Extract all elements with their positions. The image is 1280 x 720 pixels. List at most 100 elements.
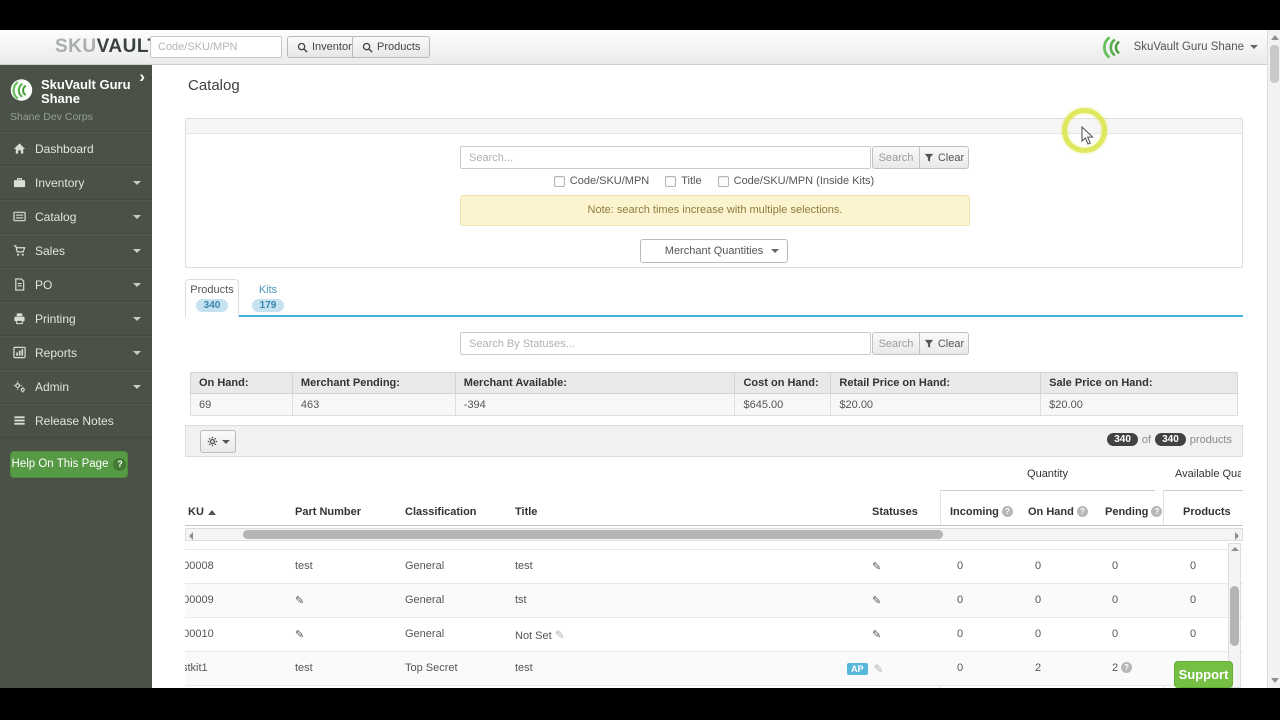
column-header-sku[interactable]: KU [188,506,216,518]
cell-pending: 2? [1112,662,1133,674]
edit-pencil-icon[interactable]: ✎ [295,594,304,607]
statuses-clear-button[interactable]: Clear [919,332,969,355]
table-horizontal-scrollbar[interactable] [185,528,1243,541]
edit-pencil-icon[interactable]: ✎ [555,628,565,642]
sidebar-item-label: Admin [35,379,70,394]
search-button[interactable]: Search [872,146,920,169]
info-icon[interactable]: ? [1076,506,1088,517]
table-row[interactable]: stkit1 test Top Secret test AP ✎ 0 2 2? [185,652,1243,686]
table-row[interactable]: '00009 ✎ General tst ✎ 0 0 0 0 [185,584,1243,618]
chevron-down-icon [133,282,141,287]
checkbox-icon[interactable] [553,175,565,187]
column-header-title[interactable]: Title [515,506,537,518]
sidebar-org-name: Shane Dev Corps [10,110,93,123]
scroll-down-arrow-icon[interactable] [1271,678,1279,683]
catalog-search-input[interactable] [460,146,871,169]
scroll-up-arrow-icon[interactable] [1271,35,1279,40]
briefcase-icon [12,176,26,189]
cell-statuses: AP ✎ [847,662,884,676]
edit-pencil-icon[interactable]: ✎ [874,662,884,676]
sidebar-item-admin[interactable]: Admin [0,369,152,404]
search-note-alert: Note: search times increase with multipl… [460,195,970,226]
info-icon[interactable]: ? [1121,662,1133,673]
tab-kits[interactable]: Kits 179 [245,279,291,317]
statuses-search-button[interactable]: Search [872,332,920,355]
column-header-classification[interactable]: Classification [405,506,477,518]
table-row[interactable]: '00010 ✎ General Not Set ✎ ✎ 0 0 0 0 [185,618,1243,652]
browser-scrollbar[interactable] [1267,30,1280,688]
sidebar-item-dashboard[interactable]: Dashboard [0,131,152,166]
summary-header: Merchant Pending: [291,372,456,394]
document-icon [12,278,26,291]
scroll-right-arrow-icon[interactable] [1235,532,1239,540]
dropdown-selected-value: Merchant Quantities [664,245,764,257]
filter-funnel-icon [924,339,934,348]
checkbox-code-sku-mpn[interactable]: Code/SKU/MPN [553,175,649,187]
table-toolbar: 340 of 340 products [185,425,1243,457]
catalog-search-panel: Search Clear Code/SKU/MPN Title Code/SKU… [185,118,1243,268]
sidebar-item-po[interactable]: PO [0,267,152,302]
table-body: test General test ✎ 0 0 0 0 '00008 test … [185,526,1243,688]
skuvault-logo[interactable]: SKUVAULT [55,36,160,58]
summary-value: 463 [291,393,456,416]
cell-classification: General [405,594,445,606]
sidebar-item-inventory[interactable]: Inventory [0,165,152,200]
topbar-products-button[interactable]: Products [352,36,431,58]
summary-table: On Hand: Merchant Pending: Merchant Avai… [190,372,1238,416]
column-header-statuses[interactable]: Statuses [872,506,918,518]
info-icon[interactable]: ? [1001,506,1013,517]
cell-title: test [515,662,533,674]
sidebar-collapse-chevron-icon[interactable]: › [139,67,145,87]
tab-products[interactable]: Products 340 [185,279,239,317]
column-header-pending[interactable]: Pending? [1105,506,1163,518]
checkbox-title[interactable]: Title [665,175,702,187]
tab-underline [185,315,1243,317]
scroll-up-arrow-icon[interactable] [1231,547,1239,551]
checkbox-code-sku-mpn-inside-kits[interactable]: Code/SKU/MPN (Inside Kits) [717,175,875,187]
status-badge-ap[interactable]: AP [847,663,868,675]
checkbox-label: Title [681,175,702,187]
cell-classification: General [405,628,445,640]
column-header-part-number[interactable]: Part Number [295,506,361,518]
edit-pencil-icon[interactable]: ✎ [295,628,304,641]
scroll-left-arrow-icon[interactable] [189,532,193,540]
sidebar-item-reports[interactable]: Reports [0,335,152,370]
table-settings-gear-button[interactable] [200,430,236,453]
sidebar-item-sales[interactable]: Sales [0,233,152,268]
clear-button[interactable]: Clear [919,146,969,169]
support-button[interactable]: Support [1174,661,1233,688]
scrollbar-thumb[interactable] [1230,586,1239,646]
panel-header-strip [186,119,1242,134]
sidebar-user-block: › SkuVault Guru Shane Shane Dev Corps [0,65,152,132]
checkbox-icon[interactable] [717,175,729,187]
sidebar-item-catalog[interactable]: Catalog [0,199,152,234]
checkbox-icon[interactable] [665,175,677,187]
summary-value: $645.00 [734,393,832,416]
chevron-down-icon [133,248,141,253]
scrollbar-thumb[interactable] [1270,45,1279,83]
sidebar-item-release-notes[interactable]: Release Notes [0,403,152,438]
edit-pencil-icon[interactable]: ✎ [872,560,881,573]
sidebar-item-printing[interactable]: Printing [0,301,152,336]
search-by-statuses-input[interactable] [460,332,871,355]
column-header-products[interactable]: Products [1183,506,1231,518]
topbar-search-input[interactable] [150,36,282,58]
cell-classification: Top Secret [405,662,458,674]
chevron-down-icon [133,350,141,355]
filter-funnel-icon [924,153,934,162]
column-header-on-hand[interactable]: On Hand? [1028,506,1088,518]
scrollbar-thumb[interactable] [243,530,943,539]
help-on-this-page-button[interactable]: Help On This Page ? [10,450,128,478]
sidebar: › SkuVault Guru Shane Shane Dev Corps Da… [0,65,152,688]
edit-pencil-icon[interactable]: ✎ [872,594,881,607]
column-header-incoming[interactable]: Incoming? [950,506,1013,518]
user-menu[interactable]: SkuVault Guru Shane [1100,33,1258,61]
checkbox-label: Code/SKU/MPN (Inside Kits) [733,175,875,187]
info-icon[interactable]: ? [1151,506,1163,517]
summary-value: 69 [190,393,293,416]
main-content: Catalog Search Clear Code/SKU/MPN Title … [152,65,1267,688]
merchant-quantities-dropdown[interactable]: Merchant Quantities [640,239,788,263]
edit-pencil-icon[interactable]: ✎ [872,628,881,641]
table-row[interactable]: '00008 test General test ✎ 0 0 0 0 [185,550,1243,584]
chevron-down-icon [133,180,141,185]
